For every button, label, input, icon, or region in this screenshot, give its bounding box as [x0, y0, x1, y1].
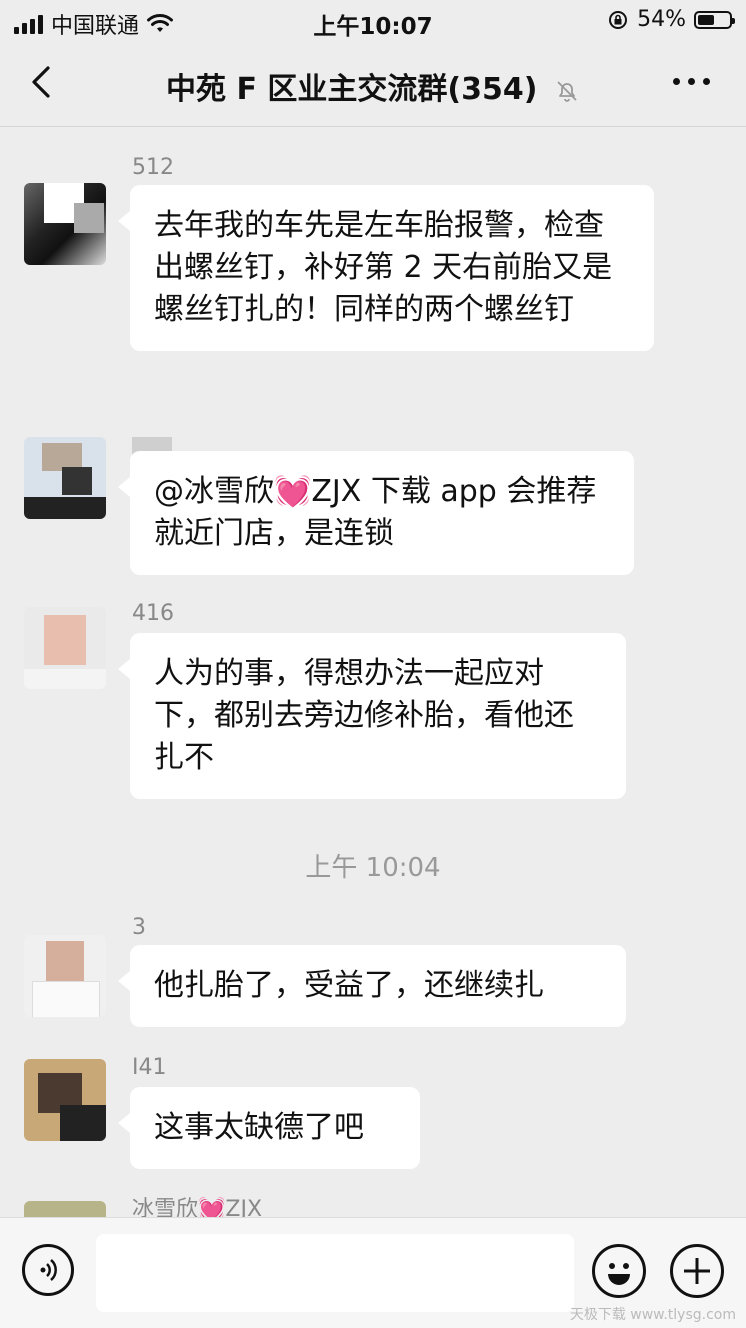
status-right: 54% [607, 7, 735, 32]
battery-percent: 54% [637, 7, 686, 32]
message-text: 去年我的车先是左车胎报警，检查出螺丝钉，补好第 2 天右前胎又是螺丝钉扎的！同样… [154, 208, 613, 327]
avatar[interactable] [24, 1059, 106, 1141]
status-bar: 中国联通 上午10:07 54% [0, 0, 746, 42]
message-bubble[interactable]: 他扎胎了，受益了，还继续扎 [118, 945, 626, 1027]
message-text: 人为的事，得想办法一起应对下，都别去旁边修补胎，看他还扎不 [154, 656, 574, 775]
battery-fill [698, 14, 715, 25]
rotation-lock-icon [609, 10, 628, 29]
chat-title-wrap: 中苑 F 区业主交流群(354) [0, 64, 746, 108]
avatar[interactable] [24, 183, 106, 265]
message-bubble[interactable]: 这事太缺德了吧 [118, 1087, 420, 1169]
sender-name-suffix: ZJX [225, 1197, 263, 1217]
sender-name: 416 [132, 601, 174, 626]
sender-name: 冰雪欣💓ZJX [132, 1191, 262, 1217]
emoji-icon[interactable] [592, 1244, 646, 1298]
message-text: 他扎胎了，受益了，还继续扎 [154, 968, 544, 1003]
message-text: 这事太缺德了吧 [154, 1110, 364, 1145]
time-separator: 上午 10:04 [305, 853, 441, 883]
message-bubble[interactable]: 人为的事，得想办法一起应对下，都别去旁边修补胎，看他还扎不 [118, 633, 626, 799]
input-bar: 天极下载 www.tlysg.com [0, 1217, 746, 1328]
chat-title[interactable]: 中苑 F 区业主交流群(354) [166, 72, 537, 107]
sender-name: 512 [132, 155, 174, 180]
chat-header: 中苑 F 区业主交流群(354) [0, 42, 746, 127]
chat-area[interactable]: 512 去年我的车先是左车胎报警，检查出螺丝钉，补好第 2 天右前胎又是螺丝钉扎… [0, 127, 746, 1217]
sender-name-text: 冰雪欣 [132, 1197, 199, 1217]
heart-emoji: 💓 [198, 1197, 226, 1217]
message-input[interactable] [96, 1234, 574, 1312]
avatar[interactable] [24, 935, 106, 1017]
message-bubble[interactable]: 去年我的车先是左车胎报警，检查出螺丝钉，补好第 2 天右前胎又是螺丝钉扎的！同样… [118, 185, 654, 351]
battery-icon [694, 10, 735, 29]
bell-off-icon [557, 80, 577, 102]
sender-name: 3 [132, 915, 146, 940]
watermark: 天极下载 www.tlysg.com [569, 1307, 736, 1323]
more-dots-icon[interactable] [673, 78, 710, 85]
voice-icon[interactable] [22, 1244, 74, 1296]
plus-icon[interactable] [670, 1244, 724, 1298]
avatar[interactable] [24, 607, 106, 689]
sender-name: I41 [132, 1055, 167, 1080]
avatar[interactable] [24, 437, 106, 519]
message-bubble[interactable]: @冰雪欣💓ZJX 下载 app 会推荐就近门店，是连锁 [118, 451, 634, 575]
heart-emoji: 💓 [274, 474, 312, 509]
avatar[interactable] [24, 1201, 106, 1217]
mention-text[interactable]: @冰雪欣 [154, 474, 274, 509]
